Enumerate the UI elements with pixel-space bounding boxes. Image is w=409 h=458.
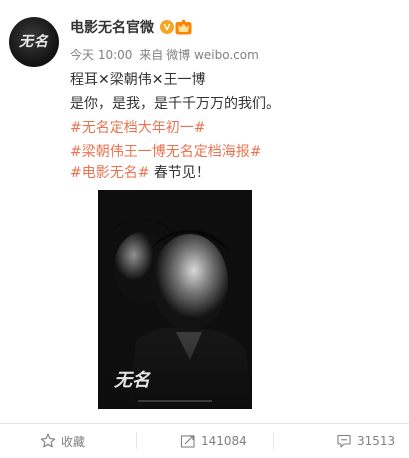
post-source[interactable]: 微博 weibo.com [166,48,259,62]
verified-v-icon [160,20,174,34]
vip-crown-icon[interactable] [175,19,192,35]
comment-count: 31513 [357,434,396,448]
star-icon [40,433,56,448]
comment-button[interactable]: 31513 [336,428,395,454]
author-avatar[interactable]: 无名 [9,17,59,67]
favorite-label: 收藏 [61,434,86,449]
hashtag-link[interactable]: #电影无名# [70,165,149,181]
hashtag-link[interactable]: #梁朝伟王一博无名定档海报# [70,142,261,162]
repost-button[interactable]: 141084 [180,428,247,454]
action-bar-divider [0,423,409,424]
author-name[interactable]: 电影无名官微 [70,19,154,37]
repost-icon [180,435,195,448]
svg-text:无名: 无名 [113,370,151,391]
post-text-slogan: 是你，是我，是千千万万的我们。 [70,96,280,112]
poster-artwork: 无名 [98,190,252,409]
post-time[interactable]: 今天 10:00 [70,48,132,62]
action-separator [273,432,274,449]
post-text-last-line: #电影无名# 春节见！ [70,163,210,183]
favorite-button[interactable]: 收藏 [40,428,85,454]
post-text-tail: 春节见！ [149,165,210,181]
comment-icon [337,434,351,448]
hashtag-link[interactable]: #无名定档大年初一# [70,118,205,138]
action-separator [136,432,137,449]
post-text-cast: 程耳✕梁朝伟✕王一博 [70,72,206,88]
repost-count: 141084 [201,434,247,448]
film-poster-image[interactable]: 无名 [98,190,252,409]
post-meta: 今天 10:00 来自 微博 weibo.com [70,47,262,63]
post-source-prefix: 来自 [139,48,164,62]
avatar-logo-icon: 无名 [19,34,49,50]
